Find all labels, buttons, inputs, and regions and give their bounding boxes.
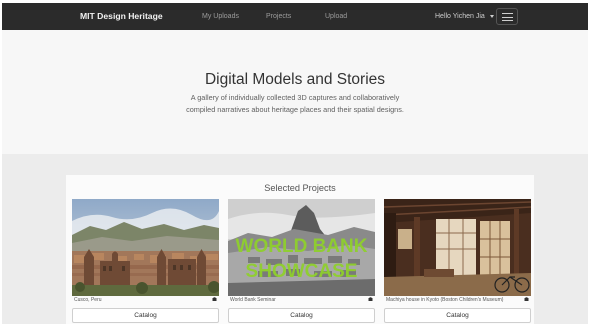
catalog-button[interactable]: Catalog [228,308,375,323]
hamburger-menu-button[interactable] [496,8,518,25]
top-navbar: MIT Design Heritage My Uploads Projects … [2,3,588,30]
machu-picchu-photo[interactable]: WORLD BANK SHOWCASE [228,199,375,296]
navbar-container: MIT Design Heritage My Uploads Projects … [62,3,528,30]
section-title: Selected Projects [264,183,336,193]
card-caption: World Bank Seminar [230,297,276,303]
cusco-city-photo[interactable] [72,199,219,296]
hero-title: Digital Models and Stories [204,71,386,88]
overlay-text: SHOWCASE [246,261,358,282]
projects-panel: Selected Projects Cusco, Peru Catalog WO… [66,175,534,324]
projects-section: Selected Projects Cusco, Peru Catalog WO… [2,154,588,324]
hero-subtitle-line: A gallery of individually collected 3D c… [190,93,400,102]
hero-subtitle: A gallery of individually collected 3D c… [145,92,445,115]
model-icon [212,297,217,301]
caret-down-icon [490,15,494,18]
browser-viewport: MIT Design Heritage My Uploads Projects … [2,3,588,324]
model-icon [368,297,373,301]
catalog-button[interactable]: Catalog [72,308,219,323]
brand-link[interactable]: MIT Design Heritage [80,3,163,30]
catalog-button[interactable]: Catalog [384,308,531,323]
machiya-interior-photo[interactable] [384,199,531,296]
nav-my-uploads[interactable]: My Uploads [202,3,239,30]
nav-upload[interactable]: Upload [325,3,347,30]
hero-section: Digital Models and Stories A gallery of … [2,30,588,154]
hero-subtitle-line: compiled narratives about heritage place… [186,104,404,114]
hamburger-bar [502,16,513,18]
card-caption: Cusco, Peru [74,297,102,303]
hamburger-bar [502,13,513,15]
model-icon [524,297,529,301]
nav-projects[interactable]: Projects [266,3,291,30]
overlay-text: WORLD BANK [236,236,368,257]
user-menu-toggle[interactable]: Hello Yichen Jia [435,3,485,30]
card-caption: Machiya house in Kyoto (Boston Children'… [386,297,504,303]
hamburger-bar [502,20,513,22]
